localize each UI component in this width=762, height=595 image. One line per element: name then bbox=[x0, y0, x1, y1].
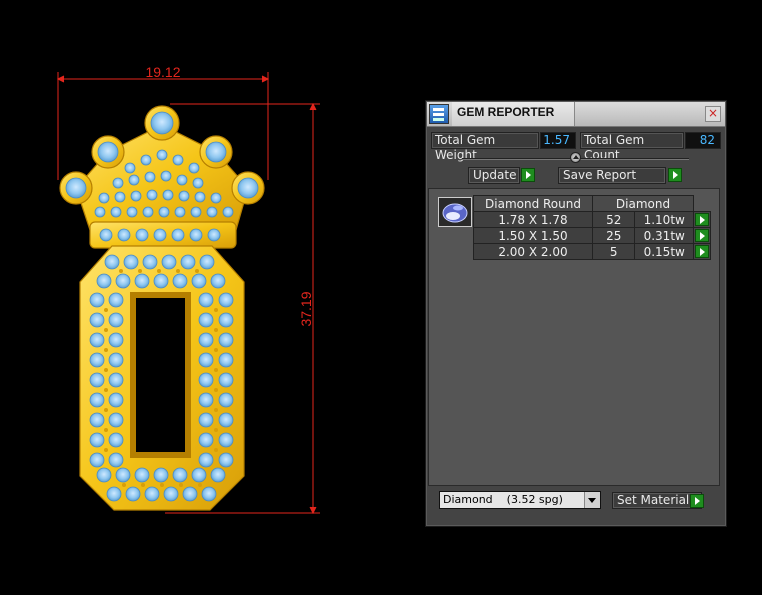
panel-titlebar[interactable]: GEM REPORTER × bbox=[427, 102, 725, 127]
row-count: 25 bbox=[591, 227, 636, 244]
row-count: 5 bbox=[591, 243, 636, 260]
total-count-label: Total Gem Count bbox=[580, 132, 684, 162]
collapse-arrow-icon[interactable] bbox=[570, 152, 581, 163]
total-count-value: 82 bbox=[685, 132, 721, 149]
save-report-go-icon[interactable] bbox=[668, 168, 682, 182]
row-go-icon[interactable] bbox=[695, 213, 709, 226]
row-weight: 1.10tw bbox=[634, 211, 694, 228]
pendant-drawing: 19.12 37.19 bbox=[56, 64, 320, 515]
cad-viewport[interactable]: 19.12 37.19 bbox=[0, 0, 420, 591]
gem-table-header: Diamond Round Diamond bbox=[473, 195, 711, 212]
row-size: 1.50 X 1.50 bbox=[473, 227, 593, 244]
row-size: 1.78 X 1.78 bbox=[473, 211, 593, 228]
row-go-icon[interactable] bbox=[695, 245, 709, 258]
chevron-down-icon[interactable] bbox=[584, 492, 600, 508]
row-go-icon[interactable] bbox=[695, 229, 709, 242]
gem-reporter-icon bbox=[429, 104, 449, 124]
close-button[interactable]: × bbox=[705, 106, 721, 122]
table-row: 1.50 X 1.50 25 0.31tw bbox=[473, 227, 711, 244]
save-report-button[interactable]: Save Report bbox=[558, 167, 666, 184]
update-button[interactable]: Update bbox=[468, 167, 520, 184]
material-select[interactable]: Diamond (3.52 spg) bbox=[439, 491, 601, 509]
height-dimension: 37.19 bbox=[298, 291, 314, 326]
gem-table: Diamond Round Diamond 1.78 X 1.78 52 1.1… bbox=[473, 195, 711, 260]
gem-thumbnail[interactable] bbox=[438, 197, 472, 227]
update-go-icon[interactable] bbox=[521, 168, 535, 182]
set-material-button[interactable]: Set Material bbox=[612, 492, 702, 509]
report-area: Diamond Round Diamond 1.78 X 1.78 52 1.1… bbox=[428, 188, 720, 486]
col-header-shape: Diamond Round bbox=[473, 195, 593, 212]
row-size: 2.00 X 2.00 bbox=[473, 243, 593, 260]
table-row: 1.78 X 1.78 52 1.10tw bbox=[473, 211, 711, 228]
total-weight-label: Total Gem Weight bbox=[431, 132, 539, 162]
panel-title: GEM REPORTER bbox=[457, 105, 555, 119]
row-weight: 0.31tw bbox=[634, 227, 694, 244]
gem-reporter-panel: GEM REPORTER × Total Gem Weight 1.57 Tot… bbox=[425, 100, 727, 527]
table-row: 2.00 X 2.00 5 0.15tw bbox=[473, 243, 711, 260]
round-diamond-icon bbox=[442, 203, 468, 223]
col-header-material: Diamond bbox=[592, 195, 694, 212]
set-material-go-icon[interactable] bbox=[690, 494, 704, 508]
row-count: 52 bbox=[591, 211, 636, 228]
width-dimension: 19.12 bbox=[145, 64, 180, 80]
material-select-value: Diamond (3.52 spg) bbox=[443, 493, 563, 506]
total-weight-value: 1.57 bbox=[540, 132, 576, 149]
row-weight: 0.15tw bbox=[634, 243, 694, 260]
